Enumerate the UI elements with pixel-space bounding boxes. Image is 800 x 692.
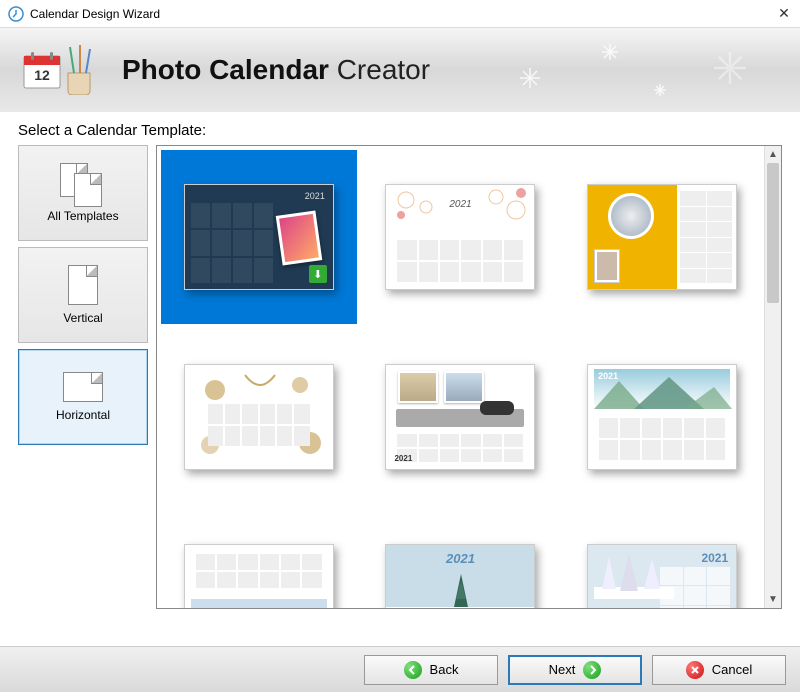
titlebar: Calendar Design Wizard ✕ (0, 0, 800, 28)
template-preview (184, 364, 334, 470)
page-heading: Select a Calendar Template: (18, 122, 782, 139)
template-thumb[interactable]: 2021 (564, 510, 760, 608)
brush-cup-icon (60, 45, 98, 95)
template-thumb[interactable] (161, 510, 357, 608)
template-preview: 2021 (385, 184, 535, 290)
banner: 12 Photo Calendar Creator (0, 28, 800, 112)
cancel-x-icon (686, 661, 704, 679)
footer: Back Next Cancel (0, 646, 800, 692)
template-preview (184, 544, 334, 608)
template-gallery: 2021 ⬇ 2021 (157, 146, 764, 608)
page-horizontal-icon (63, 372, 103, 402)
back-button[interactable]: Back (364, 655, 498, 685)
template-thumb[interactable]: 2021 ⬇ (161, 150, 357, 324)
template-thumb[interactable]: 2021 (363, 150, 559, 324)
app-icon (8, 6, 24, 22)
back-label: Back (430, 662, 459, 677)
brand-bold: Photo Calendar (122, 54, 329, 85)
template-thumb[interactable]: 2021 (564, 330, 760, 504)
template-preview: 2021 (385, 544, 535, 608)
next-label: Next (549, 662, 576, 677)
calendar-icon: 12 (20, 48, 64, 92)
stacked-pages-icon (60, 163, 106, 209)
sidebar: All Templates Vertical Horizontal (18, 145, 156, 609)
close-icon[interactable]: ✕ (776, 6, 792, 22)
app-logo: 12 (20, 45, 98, 95)
sidebar-item-label: Vertical (63, 311, 102, 325)
template-thumb[interactable]: 2021 (363, 510, 559, 608)
sidebar-item-horizontal[interactable]: Horizontal (18, 349, 148, 445)
scroll-handle[interactable] (767, 163, 779, 303)
workarea: All Templates Vertical Horizontal 2021 ⬇ (18, 145, 782, 609)
sidebar-item-vertical[interactable]: Vertical (18, 247, 148, 343)
sidebar-item-label: All Templates (47, 209, 118, 223)
template-preview: 2021 (587, 364, 737, 470)
cancel-label: Cancel (712, 662, 752, 677)
brand-light: Creator (329, 54, 430, 85)
snowflake-decoration (480, 28, 800, 112)
arrow-right-icon (583, 661, 601, 679)
scroll-down-icon[interactable]: ▼ (765, 591, 782, 608)
gallery-wrap: 2021 ⬇ 2021 (156, 145, 782, 609)
content: Select a Calendar Template: All Template… (0, 112, 800, 609)
template-thumb[interactable] (161, 330, 357, 504)
sidebar-item-label: Horizontal (56, 408, 110, 422)
page-vertical-icon (68, 265, 98, 305)
next-button[interactable]: Next (508, 655, 642, 685)
template-thumb[interactable]: 2021 (363, 330, 559, 504)
template-preview (587, 184, 737, 290)
arrow-left-icon (404, 661, 422, 679)
cancel-button[interactable]: Cancel (652, 655, 786, 685)
template-preview: 2021 (385, 364, 535, 470)
window-title: Calendar Design Wizard (30, 7, 776, 21)
cal-date-text: 12 (34, 67, 50, 83)
template-thumb[interactable] (564, 150, 760, 324)
scroll-up-icon[interactable]: ▲ (765, 146, 782, 163)
template-preview: 2021 ⬇ (184, 184, 334, 290)
sidebar-item-all-templates[interactable]: All Templates (18, 145, 148, 241)
scroll-track[interactable] (765, 163, 781, 591)
template-preview: 2021 (587, 544, 737, 608)
scrollbar[interactable]: ▲ ▼ (764, 146, 781, 608)
brand-title: Photo Calendar Creator (122, 54, 430, 86)
